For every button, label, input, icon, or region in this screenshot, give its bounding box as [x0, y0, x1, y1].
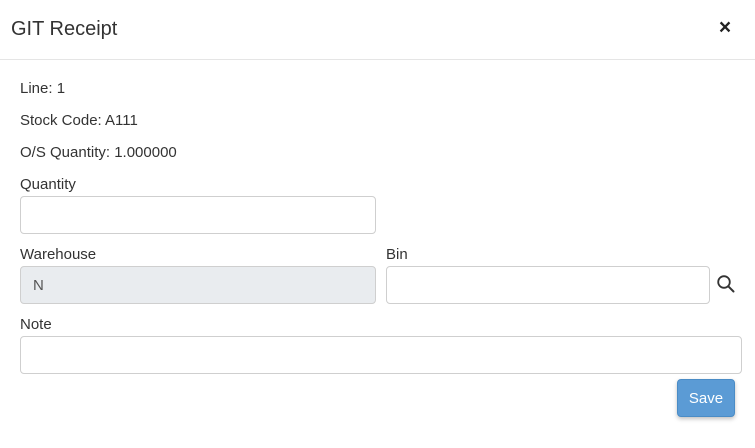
warehouse-label: Warehouse [20, 246, 97, 263]
bin-input[interactable] [386, 266, 710, 304]
warehouse-input [20, 266, 376, 304]
stock-code-info: Stock Code: A111 [20, 112, 138, 129]
close-icon[interactable]: × [716, 17, 734, 39]
dialog-title: GIT Receipt [11, 18, 118, 40]
quantity-input[interactable] [20, 196, 376, 234]
note-input[interactable] [20, 336, 742, 374]
save-button[interactable]: Save [677, 379, 735, 417]
line-info: Line: 1 [20, 80, 66, 97]
search-icon[interactable] [716, 274, 736, 294]
note-label: Note [20, 316, 52, 333]
bin-label: Bin [386, 246, 408, 263]
dialog-header: GIT Receipt × [0, 0, 755, 60]
quantity-label: Quantity [20, 176, 76, 193]
os-quantity-info: O/S Quantity: 1.000000 [20, 144, 177, 161]
